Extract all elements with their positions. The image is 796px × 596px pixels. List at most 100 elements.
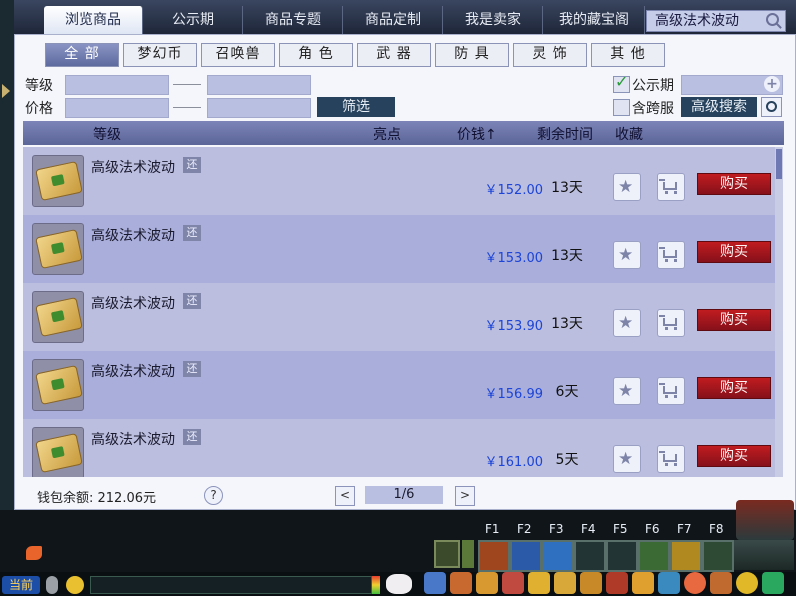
- quest-icon[interactable]: [580, 572, 602, 594]
- list-scrollbar[interactable]: [775, 147, 783, 477]
- filter-button[interactable]: 筛选: [317, 97, 395, 117]
- skill-slot-f4[interactable]: [574, 540, 606, 572]
- item-price: ￥161.00: [484, 455, 544, 470]
- price-min-input[interactable]: [65, 98, 169, 118]
- skill-slot-f3[interactable]: [542, 540, 574, 572]
- collapse-arrow-icon[interactable]: [2, 84, 10, 98]
- friend-icon[interactable]: [554, 572, 576, 594]
- buy-button[interactable]: 购买: [697, 173, 771, 195]
- skill-bar-scroll[interactable]: [462, 540, 474, 568]
- gift-icon[interactable]: [476, 572, 498, 594]
- system-icon[interactable]: [762, 572, 784, 594]
- item-thumbnail[interactable]: [32, 359, 84, 411]
- search-icon[interactable]: [766, 13, 779, 26]
- category-other[interactable]: 其 他: [591, 43, 665, 67]
- category-pets[interactable]: 召唤兽: [201, 43, 275, 67]
- item-thumbnail[interactable]: [32, 427, 84, 477]
- item-name: 高级法术波动: [91, 432, 175, 448]
- building-icon[interactable]: [734, 540, 794, 570]
- peach-icon[interactable]: [684, 572, 706, 594]
- level-min-input[interactable]: [65, 75, 169, 95]
- table-row[interactable]: 高级法术波动 还 ￥153.00 13天 ★ 购买: [23, 215, 775, 283]
- tab-goods-topics[interactable]: 商品专题: [244, 6, 343, 34]
- cross-server-checkbox[interactable]: [613, 99, 630, 116]
- tab-my-treasure[interactable]: 我的藏宝阁: [544, 6, 645, 34]
- add-to-cart-button[interactable]: [657, 173, 685, 201]
- tab-browse-goods[interactable]: 浏览商品: [44, 6, 143, 34]
- tab-goods-custom[interactable]: 商品定制: [344, 6, 443, 34]
- prev-page-button[interactable]: <: [335, 486, 355, 506]
- smile-icon[interactable]: [736, 572, 758, 594]
- category-all[interactable]: 全 部: [45, 43, 119, 67]
- buy-button[interactable]: 购买: [697, 377, 771, 399]
- add-to-cart-button[interactable]: [657, 309, 685, 337]
- skill-slot-f7[interactable]: [670, 540, 702, 572]
- favorite-button[interactable]: ★: [613, 173, 641, 201]
- announce-checkbox[interactable]: ✓: [613, 72, 630, 93]
- pet-icon[interactable]: [386, 574, 412, 594]
- item-thumbnail[interactable]: [32, 155, 84, 207]
- chat-channel-button[interactable]: 当前: [2, 576, 40, 594]
- chat-input[interactable]: [90, 576, 372, 594]
- volume-meter: [372, 576, 380, 594]
- skill-slot-f2[interactable]: [510, 540, 542, 572]
- item-remaining-time: 5天: [555, 452, 579, 468]
- scroll-item-icon: [35, 160, 83, 202]
- add-to-cart-button[interactable]: [657, 445, 685, 473]
- sword-icon[interactable]: [424, 572, 446, 594]
- table-row[interactable]: 高级法术波动 还 ￥152.00 13天 ★ 购买: [23, 147, 775, 215]
- bag-icon[interactable]: [450, 572, 472, 594]
- item-thumbnail[interactable]: [32, 223, 84, 275]
- favorite-button[interactable]: ★: [613, 377, 641, 405]
- mail-icon[interactable]: [658, 572, 680, 594]
- bell-icon[interactable]: [632, 572, 654, 594]
- skill-slot-f1[interactable]: [478, 540, 510, 572]
- clock-icon: [766, 101, 777, 112]
- cart-icon: [659, 451, 677, 466]
- buy-button[interactable]: 购买: [697, 241, 771, 263]
- table-row[interactable]: 高级法术波动 还 ￥153.90 13天 ★ 购买: [23, 283, 775, 351]
- bargain-badge: 还: [183, 293, 201, 309]
- table-row[interactable]: 高级法术波动 还 ￥156.99 6天 ★ 购买: [23, 351, 775, 419]
- skill-slot-f5[interactable]: [606, 540, 638, 572]
- team-icon[interactable]: [502, 572, 524, 594]
- favorite-button[interactable]: ★: [613, 241, 641, 269]
- skill-slot-f6[interactable]: [638, 540, 670, 572]
- flame-icon[interactable]: [26, 546, 42, 560]
- add-to-cart-button[interactable]: [657, 377, 685, 405]
- help-icon[interactable]: ?: [204, 486, 223, 505]
- scrollbar-thumb[interactable]: [776, 149, 782, 179]
- header-price-sort[interactable]: 价钱↑: [457, 124, 497, 144]
- scroll-icon[interactable]: [606, 572, 628, 594]
- avatar[interactable]: [736, 500, 794, 540]
- buy-button[interactable]: 购买: [697, 309, 771, 331]
- item-thumbnail[interactable]: [32, 291, 84, 343]
- clock-button[interactable]: [761, 97, 782, 117]
- advanced-search-button[interactable]: 高级搜索: [681, 97, 757, 117]
- buy-button[interactable]: 购买: [697, 445, 771, 467]
- emoji-icon[interactable]: [66, 576, 84, 594]
- category-weapons[interactable]: 武 器: [357, 43, 431, 67]
- item-price: ￥156.99: [484, 387, 544, 402]
- table-row[interactable]: 高级法术波动 还 ￥161.00 5天 ★ 购买: [23, 419, 775, 477]
- category-coins[interactable]: 梦幻币: [123, 43, 197, 67]
- tab-i-am-seller[interactable]: 我是卖家: [444, 6, 543, 34]
- category-characters[interactable]: 角 色: [279, 43, 353, 67]
- add-icon[interactable]: +: [764, 76, 780, 92]
- level-max-input[interactable]: [207, 75, 311, 95]
- next-page-button[interactable]: >: [455, 486, 475, 506]
- skill-slot-f8[interactable]: [702, 540, 734, 572]
- add-to-cart-button[interactable]: [657, 241, 685, 269]
- announce-label: 公示期: [632, 78, 674, 94]
- favorite-button[interactable]: ★: [613, 309, 641, 337]
- microphone-icon[interactable]: [46, 576, 58, 594]
- search-input[interactable]: 高级法术波动: [646, 10, 786, 32]
- category-armor[interactable]: 防 具: [435, 43, 509, 67]
- price-max-input[interactable]: [207, 98, 311, 118]
- tab-announcement[interactable]: 公示期: [144, 6, 243, 34]
- settings-gear-icon[interactable]: [434, 540, 460, 568]
- category-accessories[interactable]: 灵 饰: [513, 43, 587, 67]
- favorite-button[interactable]: ★: [613, 445, 641, 473]
- book-icon[interactable]: [710, 572, 732, 594]
- guild-icon[interactable]: [528, 572, 550, 594]
